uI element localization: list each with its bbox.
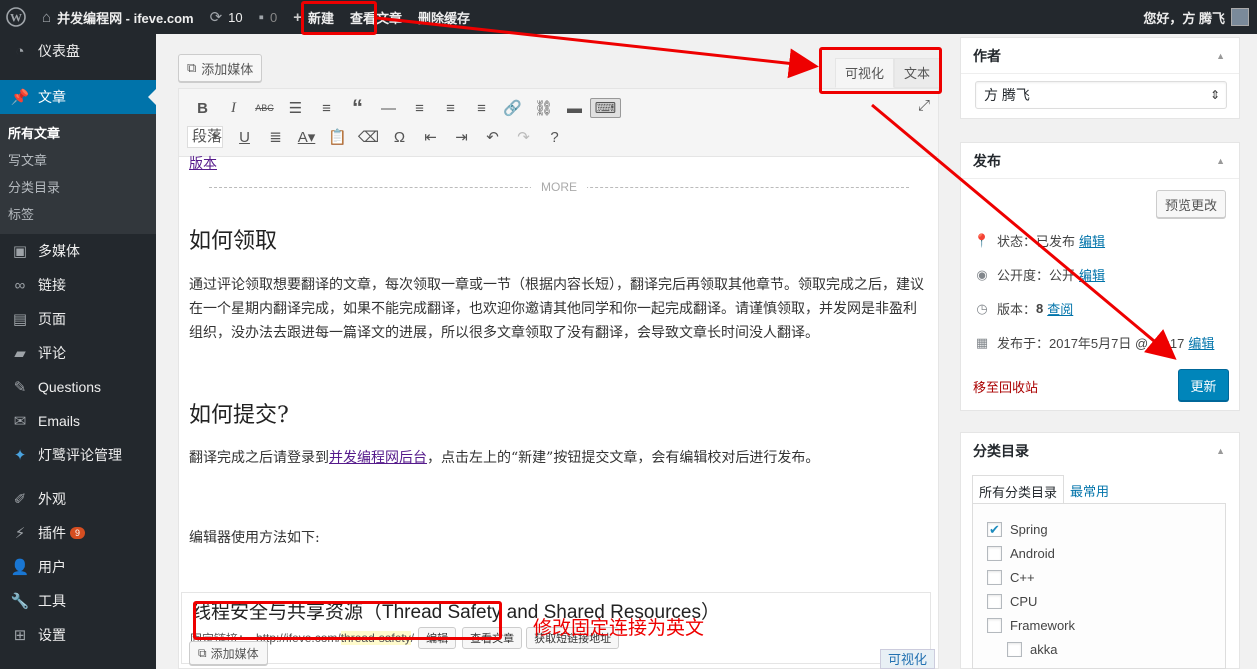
arrow-to-editor-tabs (376, 16, 819, 79)
arrow-to-update-button (871, 103, 1177, 360)
annotation-arrows (376, 16, 1177, 360)
